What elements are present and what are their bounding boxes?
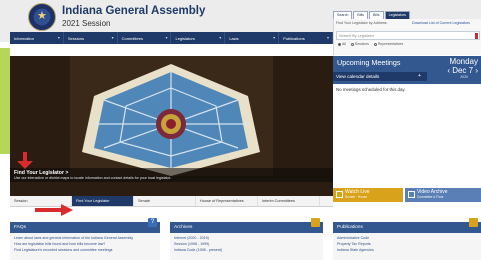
site-title[interactable]: Indiana General Assembly — [62, 5, 205, 17]
archive-link[interactable]: Indiana Code (1998 - present) — [174, 247, 319, 253]
session-label: 2021 Session — [62, 19, 111, 28]
nav-laws[interactable]: Laws — [225, 32, 280, 44]
nav-publications[interactable]: Publications — [279, 32, 333, 44]
find-by-address-link[interactable]: Find Your Legislator by Address — [336, 21, 387, 25]
video-archive-button[interactable]: Video Archive Committee & Floor — [405, 188, 481, 202]
pencil-icon — [469, 218, 478, 227]
meetings-date[interactable]: Monday ‹ Dec 7 › — [447, 57, 478, 76]
tab-bills[interactable]: Bills — [353, 11, 368, 19]
publication-link[interactable]: Indiana State Agencies — [337, 247, 477, 253]
legislator-search-panel: Find Your Legislator by Address Download… — [333, 19, 481, 55]
chamber-filter: All Senators Representatives — [338, 42, 403, 46]
red-arrow-down-icon — [17, 152, 33, 169]
download-legislators-link[interactable]: Download List of Current Legislators — [412, 21, 470, 25]
nav-legislators[interactable]: Legislators — [171, 32, 226, 44]
hero-text: Use our interactive or district maps to … — [14, 176, 172, 180]
publications-panel: Publications Administrative Code Propert… — [333, 218, 481, 260]
nav-committees[interactable]: Committees — [118, 32, 172, 44]
chevron-icon[interactable]: ‹ Dec 7 › — [447, 66, 478, 76]
hero-tab-house[interactable]: House of Representatives — [196, 196, 258, 206]
faq-link[interactable]: Find Legislature's recorded sessions and… — [14, 247, 156, 253]
archives-header: Archives — [170, 218, 323, 233]
meetings-title: Upcoming Meetings — [337, 58, 401, 67]
legislator-search-input[interactable]: Search By Legislator — [336, 31, 480, 40]
radio-representatives[interactable]: Representatives — [373, 42, 403, 46]
tab-search[interactable]: Search — [333, 11, 353, 19]
meetings-header: Upcoming Meetings Monday ‹ Dec 7 › 2020 … — [333, 56, 481, 84]
search-placeholder: Search By Legislator — [339, 34, 375, 38]
tab-legislators[interactable]: Legislators — [384, 11, 410, 19]
hero-carousel[interactable]: Find Your Legislator > Use our interacti… — [10, 56, 333, 196]
search-tabs: Search Bills Bills Legislators — [333, 11, 410, 19]
hero-caption: Find Your Legislator > Use our interacti… — [10, 168, 333, 182]
video-icon — [336, 191, 343, 198]
plus-icon: + — [418, 73, 422, 79]
search-icon[interactable] — [475, 33, 478, 39]
nav-information[interactable]: Information — [10, 32, 64, 44]
calendar-details-button[interactable]: View calendar details + — [333, 72, 427, 81]
hero-tab-interim[interactable]: Interim Committees — [258, 196, 320, 206]
main-nav: Information Sessions Committees Legislat… — [10, 32, 333, 44]
archive-icon — [311, 218, 320, 227]
faqs-panel: FAQs ? Learn about laws and general info… — [10, 218, 160, 260]
nav-sessions[interactable]: Sessions — [64, 32, 118, 44]
hero-tab-senate[interactable]: Senate — [134, 196, 196, 206]
faqs-header: FAQs ? — [10, 218, 160, 233]
radio-all[interactable]: All — [338, 42, 346, 46]
publications-header: Publications — [333, 218, 481, 233]
state-seal-icon[interactable] — [28, 3, 56, 31]
archive-video-icon — [408, 191, 415, 198]
tab-bills-2[interactable]: Bills — [368, 11, 384, 19]
accent-bar — [0, 48, 10, 154]
meetings-year: 2020 — [460, 75, 468, 79]
red-arrow-right-icon — [35, 204, 73, 216]
hero-tab-find-legislator[interactable]: Find Your Legislator — [72, 196, 134, 206]
watch-live-button[interactable]: Watch Live Senate · House — [333, 188, 403, 202]
archives-panel: Archives Internet (2000 - 2019) Session … — [170, 218, 323, 260]
question-icon: ? — [148, 218, 157, 227]
upcoming-meetings: Upcoming Meetings Monday ‹ Dec 7 › 2020 … — [333, 56, 481, 196]
radio-senators[interactable]: Senators — [350, 42, 369, 46]
no-meetings-text: No meetings scheduled for this day. — [336, 87, 406, 92]
